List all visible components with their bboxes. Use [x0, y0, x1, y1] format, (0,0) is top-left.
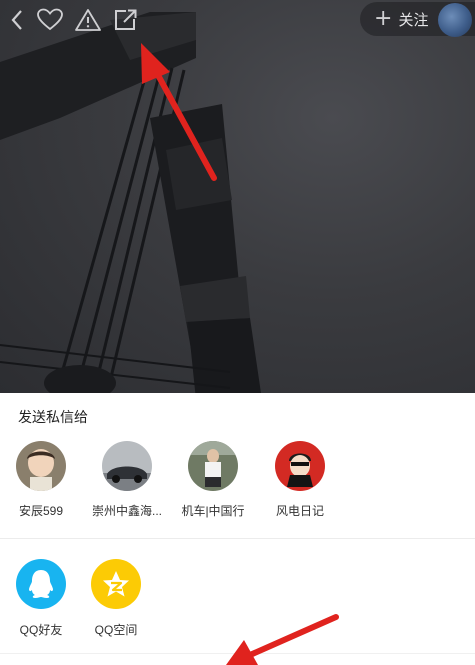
follow-label: 关注: [398, 11, 429, 29]
avatar: [102, 441, 152, 491]
contact-name: 风电日记: [275, 504, 324, 518]
contact-item[interactable]: 崇州中鑫海...: [84, 441, 170, 519]
contact-item[interactable]: 机车|中国行: [170, 441, 256, 519]
qq-icon: [16, 559, 66, 609]
share-icon[interactable]: [111, 6, 139, 34]
app-name: QQ好友: [19, 623, 63, 637]
crane-image: [0, 12, 261, 393]
heart-icon[interactable]: [36, 6, 64, 34]
avatar: [16, 441, 66, 491]
share-sheet: 发送私信给 安辰599 崇州中鑫海... 机车|中国行 风电日记 QQ好友 QQ…: [0, 393, 475, 665]
section-title: 发送私信给: [18, 409, 88, 425]
contact-name: 安辰599: [18, 504, 64, 518]
author-avatar[interactable]: [438, 3, 472, 37]
app-name: QQ空间: [94, 623, 138, 637]
avatar: [188, 441, 238, 491]
divider: [0, 538, 475, 539]
contact-name: 机车|中国行: [181, 504, 245, 518]
qzone-star-icon: [91, 559, 141, 609]
share-to-qzone[interactable]: QQ空间: [81, 559, 151, 638]
warning-icon[interactable]: [74, 6, 102, 34]
divider: [0, 653, 475, 654]
video-photo-area[interactable]: + 关注: [0, 0, 475, 393]
contact-item[interactable]: 安辰599: [0, 441, 84, 519]
back-icon[interactable]: [4, 6, 32, 34]
contact-name: 崇州中鑫海...: [91, 504, 162, 518]
plus-icon: +: [374, 6, 393, 31]
top-bar: + 关注: [0, 0, 475, 40]
avatar: [275, 441, 325, 491]
contact-item[interactable]: 风电日记: [257, 441, 343, 519]
share-to-qq-friend[interactable]: QQ好友: [6, 559, 76, 638]
